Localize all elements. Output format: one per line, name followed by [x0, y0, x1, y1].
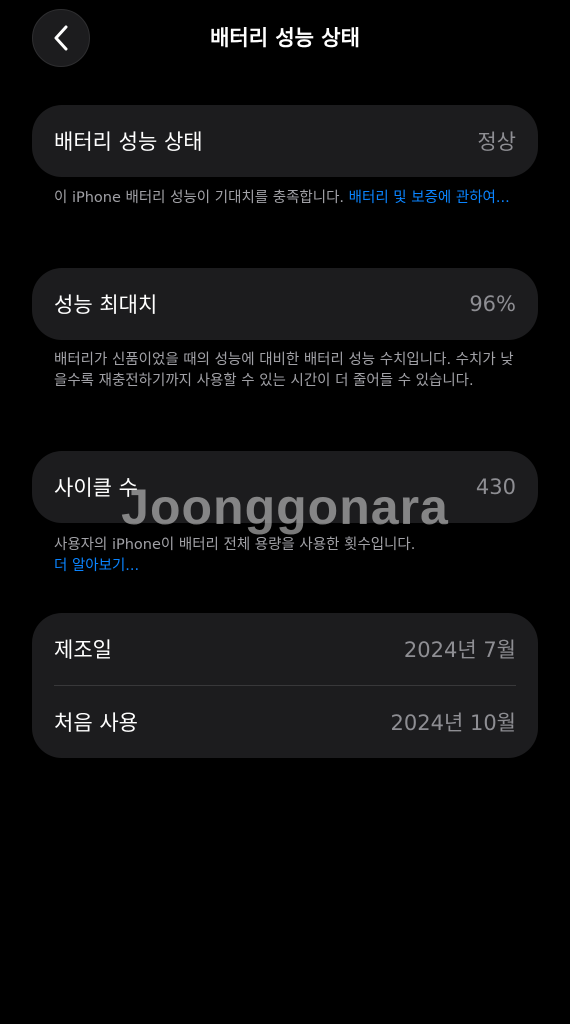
learn-more-link[interactable]: 더 알아보기... — [54, 556, 524, 577]
first-use-row: 처음 사용 2024년 10월 — [32, 686, 538, 758]
max-capacity-value: 96% — [469, 292, 516, 316]
cycle-count-note-text: 사용자의 iPhone이 배터리 전체 용량을 사용한 횟수입니다. — [54, 537, 416, 553]
max-capacity-note: 배터리가 신품이었을 때의 성능에 대비한 배터리 성능 수치입니다. 수치가 … — [54, 352, 514, 389]
first-use-value: 2024년 10월 — [390, 711, 516, 735]
max-capacity-card: 성능 최대치 96% — [32, 268, 538, 340]
page-title: 배터리 성능 상태 — [210, 26, 360, 50]
max-capacity-row: 성능 최대치 96% — [32, 268, 538, 340]
first-use-label: 처음 사용 — [54, 711, 138, 735]
dates-card: 제조일 2024년 7월 처음 사용 2024년 10월 — [32, 613, 538, 758]
warranty-info-link[interactable]: 배터리 및 보증에 관하여... — [349, 190, 510, 206]
cycle-count-value: 430 — [475, 475, 516, 499]
battery-health-label: 배터리 성능 상태 — [54, 130, 203, 154]
cycle-count-card: 사이클 수 430 — [32, 451, 538, 523]
manufacture-date-label: 제조일 — [54, 638, 112, 662]
battery-health-card: 배터리 성능 상태 정상 — [32, 105, 538, 177]
max-capacity-label: 성능 최대치 — [54, 293, 158, 317]
navigation-bar: 배터리 성능 상태 — [0, 0, 570, 80]
manufacture-date-value: 2024년 7월 — [403, 638, 516, 662]
battery-health-note-text: 이 iPhone 배터리 성능이 기대치를 충족합니다. — [54, 190, 349, 206]
battery-health-value: 정상 — [477, 130, 516, 154]
cycle-count-row: 사이클 수 430 — [32, 451, 538, 523]
cycle-count-label: 사이클 수 — [54, 476, 138, 500]
manufacture-date-row: 제조일 2024년 7월 — [32, 613, 538, 685]
battery-health-note: 이 iPhone 배터리 성능이 기대치를 충족합니다. 배터리 및 보증에 관… — [54, 188, 524, 209]
battery-health-row: 배터리 성능 상태 정상 — [32, 105, 538, 177]
cycle-count-note: 사용자의 iPhone이 배터리 전체 용량을 사용한 횟수입니다. 더 알아보… — [54, 535, 524, 577]
